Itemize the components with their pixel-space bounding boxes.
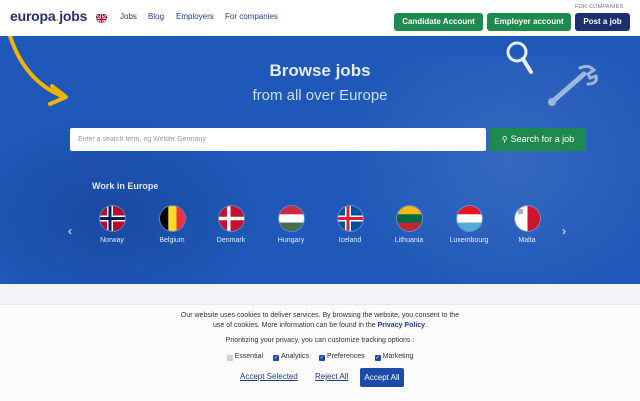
lithuania-flag-icon: [396, 206, 422, 231]
luxembourg-flag-icon: [456, 206, 482, 231]
cookie-consent-banner: Our website uses cookies to deliver serv…: [0, 304, 640, 401]
option-label: Essential: [234, 353, 264, 360]
country-lithuania[interactable]: Lithuania: [379, 206, 439, 244]
preferences-checkbox[interactable]: ✓: [318, 355, 325, 361]
country-label: Lithuania: [394, 237, 424, 244]
essential-checkbox[interactable]: ✓: [226, 355, 233, 361]
country-norway[interactable]: Norway: [82, 206, 142, 244]
work-in-europe-heading: Work in Europe: [92, 181, 159, 191]
option-essential[interactable]: ✓ Essential: [226, 353, 264, 361]
country-label: Hungary: [277, 237, 305, 244]
for-companies-label: FOR COMPANIES: [575, 4, 624, 10]
privacy-policy-link[interactable]: Privacy Policy: [378, 322, 425, 329]
country-malta[interactable]: Malta: [497, 206, 557, 244]
candidate-account-button[interactable]: Candidate Account: [394, 13, 483, 31]
accept-selected-button[interactable]: Accept Selected: [240, 372, 298, 381]
option-marketing[interactable]: ✓ Marketing: [374, 353, 414, 361]
option-label: Preferences: [326, 353, 365, 360]
cookie-message-line2: use of cookies. More information can be …: [212, 322, 376, 329]
hungary-flag-icon: [278, 206, 304, 231]
nav-blog[interactable]: Blog: [148, 12, 164, 21]
country-belgium[interactable]: Belgium: [142, 206, 202, 244]
search-button-label: Search for a job: [510, 134, 575, 144]
hero-subtitle: from all over Europe: [252, 87, 388, 104]
country-hungary[interactable]: Hungary: [261, 206, 321, 244]
nav-jobs[interactable]: Jobs: [120, 12, 137, 21]
cookie-message: Our website uses cookies to deliver serv…: [140, 311, 500, 331]
country-luxembourg[interactable]: Luxembourg: [439, 206, 499, 244]
carousel-next-icon[interactable]: ›: [562, 224, 566, 238]
cookie-subtitle: Prioritizing your privacy, you can custo…: [225, 337, 415, 344]
belgium-flag-icon: [159, 206, 185, 231]
search-input[interactable]: [70, 128, 486, 151]
reject-all-button[interactable]: Reject All: [315, 372, 348, 381]
denmark-flag-icon: [218, 206, 244, 231]
country-denmark[interactable]: Denmark: [201, 206, 261, 244]
post-a-job-button[interactable]: Post a job: [575, 13, 630, 31]
cookie-options: ✓ Essential ✓ Analytics ✓ Preferences ✓ Mark…: [0, 353, 640, 361]
country-label: Belgium: [159, 237, 185, 244]
top-header: europa.jobs Jobs Blog Employers For comp…: [0, 0, 640, 36]
analytics-checkbox[interactable]: ✓: [272, 355, 279, 361]
country-label: Luxembourg: [449, 237, 489, 244]
country-label: Iceland: [338, 237, 362, 244]
logo-text-jobs: jobs: [59, 8, 88, 24]
language-flag-uk-icon[interactable]: [96, 12, 107, 23]
option-analytics[interactable]: ✓ Analytics: [272, 353, 309, 361]
country-label: Denmark: [216, 237, 246, 244]
search-icon: ⚲: [501, 135, 508, 144]
cookie-message-line1: Our website uses cookies to deliver serv…: [180, 312, 460, 319]
nav-employers[interactable]: Employers: [176, 12, 214, 21]
hero-title: Browse jobs: [269, 61, 371, 80]
carousel-prev-icon[interactable]: ‹: [68, 224, 72, 238]
site-logo[interactable]: europa.jobs: [10, 8, 87, 24]
country-iceland[interactable]: Iceland: [320, 206, 380, 244]
cookie-message-end: .: [425, 322, 428, 329]
employer-account-button[interactable]: Employer account: [487, 13, 571, 31]
marketing-checkbox[interactable]: ✓: [374, 355, 381, 361]
hero-section: Browse jobs from all over Europe ⚲Search…: [0, 36, 640, 284]
country-label: Malta: [518, 237, 536, 244]
nav-for-companies[interactable]: For companies: [225, 12, 278, 21]
logo-text-europa: europa: [10, 8, 56, 24]
accept-all-button[interactable]: Accept All: [360, 368, 404, 387]
norway-flag-icon: [99, 206, 125, 231]
search-button[interactable]: ⚲ Search for a job: [490, 128, 586, 151]
option-label: Marketing: [382, 353, 414, 360]
option-preferences[interactable]: ✓ Preferences: [318, 353, 365, 361]
country-label: Norway: [100, 237, 124, 244]
iceland-flag-icon: [337, 206, 363, 231]
option-label: Analytics: [280, 353, 309, 360]
malta-flag-icon: [514, 206, 540, 231]
